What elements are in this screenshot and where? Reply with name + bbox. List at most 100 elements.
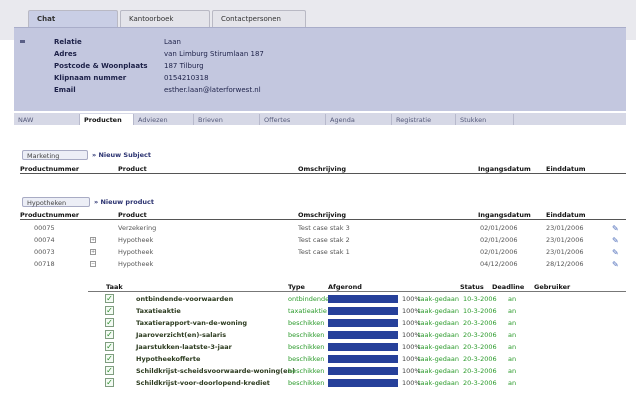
task-name[interactable]: Jaarstukken-laatste-3-jaar	[136, 343, 232, 351]
task-row[interactable]: ✓ Hypotheekofferte beschikken 100% taak-geda…	[88, 354, 626, 364]
expand-icon[interactable]: +	[90, 249, 96, 255]
task-type: beschikken	[288, 367, 325, 375]
tab-naw[interactable]: NAW	[14, 114, 80, 125]
task-user: an	[508, 343, 517, 351]
col-productnummer[interactable]: Productnummer	[20, 211, 79, 219]
marketing-button[interactable]: Marketing	[22, 150, 88, 160]
task-checkbox[interactable]: ✓	[105, 378, 114, 387]
task-checkbox[interactable]: ✓	[105, 366, 114, 375]
tab-kantoorboek[interactable]: Kantoorboek	[120, 10, 210, 27]
tab-registratie[interactable]: Registratie	[392, 114, 456, 125]
task-name[interactable]: Jaaroverzicht(en)-salaris	[136, 331, 226, 339]
col-productnummer[interactable]: Productnummer	[20, 165, 79, 173]
col-type[interactable]: Type	[288, 283, 305, 291]
tab-offertes[interactable]: Offertes	[260, 114, 326, 125]
hypotheken-button[interactable]: Hypotheken	[22, 197, 90, 207]
task-name[interactable]: Schildkrijst-voor-doorlopend-krediet	[136, 379, 270, 387]
task-name[interactable]: Schildkrijst-scheidsvoorwaarde-woning(en…	[136, 367, 295, 375]
open-product-icon[interactable]: ✎	[612, 236, 619, 245]
open-product-icon[interactable]: ✎	[612, 260, 619, 269]
task-status: taak-gedaan	[418, 307, 459, 315]
collapse-handle-icon[interactable]	[20, 40, 25, 43]
col-gebruiker[interactable]: Gebruiker	[534, 283, 570, 291]
open-product-icon[interactable]: ✎	[612, 248, 619, 257]
cell-product: Hypotheek	[118, 236, 154, 244]
tab-chat[interactable]: Chat	[28, 10, 118, 27]
cell-end: 23/01/2006	[546, 224, 584, 232]
product-row[interactable]: 00718 − Hypotheek 04/12/2006 28/12/2006 …	[20, 259, 626, 269]
col-deadline[interactable]: Deadline	[492, 283, 524, 291]
task-progress-bar	[328, 319, 398, 327]
task-row[interactable]: ✓ Schildkrijst-voor-doorlopend-krediet bes…	[88, 378, 626, 388]
value-relatie: Laan	[164, 38, 181, 46]
tab-adviezen[interactable]: Adviezen	[134, 114, 194, 125]
task-name[interactable]: Hypotheekofferte	[136, 355, 200, 363]
task-progress-fill	[328, 331, 398, 339]
label-email: Email	[54, 86, 76, 94]
task-status: taak-gedaan	[418, 379, 459, 387]
product-row[interactable]: 00073 + Hypotheek Test case stak 1 02/01…	[20, 247, 626, 257]
product-row[interactable]: 00074 + Hypotheek Test case stak 2 02/01…	[20, 235, 626, 245]
open-product-icon[interactable]: ✎	[612, 224, 619, 233]
task-row[interactable]: ✓ Jaarstukken-laatste-3-jaar beschikken 100…	[88, 342, 626, 352]
task-user: an	[508, 295, 517, 303]
cell-start: 02/01/2006	[480, 248, 518, 256]
tab-producten[interactable]: Producten	[80, 114, 134, 125]
col-afgerond[interactable]: Afgerond	[328, 283, 362, 291]
task-deadline: 10-3-2006	[463, 295, 497, 303]
col-product[interactable]: Product	[118, 211, 147, 219]
task-checkbox[interactable]: ✓	[105, 330, 114, 339]
task-status: taak-gedaan	[418, 367, 459, 375]
task-deadline: 20-3-2006	[463, 367, 497, 375]
sub-tab-bar: NAW Producten Adviezen Brieven Offertes …	[14, 113, 626, 125]
value-adres: van Limburg Stirumlaan 187	[164, 50, 264, 58]
task-type: beschikken	[288, 379, 325, 387]
col-omschrijving[interactable]: Omschrijving	[298, 165, 346, 173]
collapse-icon[interactable]: −	[90, 261, 96, 267]
task-checkbox[interactable]: ✓	[105, 318, 114, 327]
tab-contactpersonen[interactable]: Contactpersonen	[212, 10, 306, 27]
task-type: beschikken	[288, 355, 325, 363]
task-row[interactable]: ✓ ontbindende-voorwaarden ontbindende-v 100…	[88, 294, 626, 304]
col-taak[interactable]: Taak	[106, 283, 123, 291]
task-deadline: 20-3-2006	[463, 355, 497, 363]
col-einddatum[interactable]: Einddatum	[546, 165, 586, 173]
task-checkbox[interactable]: ✓	[105, 342, 114, 351]
task-checkbox[interactable]: ✓	[105, 354, 114, 363]
col-product[interactable]: Product	[118, 165, 147, 173]
task-type: taxatieaktie	[288, 307, 327, 315]
task-checkbox[interactable]: ✓	[105, 294, 114, 303]
col-ingangsdatum[interactable]: Ingangsdatum	[478, 211, 531, 219]
task-progress-bar	[328, 355, 398, 363]
task-name[interactable]: ontbindende-voorwaarden	[136, 295, 233, 303]
col-ingangsdatum[interactable]: Ingangsdatum	[478, 165, 531, 173]
task-checkbox[interactable]: ✓	[105, 306, 114, 315]
task-row[interactable]: ✓ Schildkrijst-scheidsvoorwaarde-woning(e…	[88, 366, 626, 376]
col-status[interactable]: Status	[460, 283, 484, 291]
cell-end: 23/01/2006	[546, 236, 584, 244]
task-progress-fill	[328, 319, 398, 327]
task-status: taak-gedaan	[418, 355, 459, 363]
task-name[interactable]: Taxatieaktie	[136, 307, 181, 315]
task-row[interactable]: ✓ Taxatieaktie taxatieaktie 100% taak-gedaan…	[88, 306, 626, 316]
value-email[interactable]: esther.laan@laterforwest.nl	[164, 86, 261, 94]
col-einddatum[interactable]: Einddatum	[546, 211, 586, 219]
product-table-header: Productnummer Product Omschrijving Ingan…	[20, 210, 626, 220]
label-klipnaam: Klipnaam nummer	[54, 74, 127, 82]
task-name[interactable]: Taxatierapport-van-de-woning	[136, 319, 247, 327]
new-subject-link[interactable]: » Nieuw Subject	[92, 151, 151, 159]
task-progress-bar	[328, 343, 398, 351]
tab-brieven[interactable]: Brieven	[194, 114, 260, 125]
cell-nr: 00718	[34, 260, 55, 268]
expand-icon[interactable]: +	[90, 237, 96, 243]
task-deadline: 20-3-2006	[463, 343, 497, 351]
label-relatie: Relatie	[54, 38, 82, 46]
cell-nr: 00074	[34, 236, 55, 244]
tab-stukken[interactable]: Stukken	[456, 114, 514, 125]
task-row[interactable]: ✓ Jaaroverzicht(en)-salaris beschikken 100%…	[88, 330, 626, 340]
tab-agenda[interactable]: Agenda	[326, 114, 392, 125]
new-product-link[interactable]: » Nieuw product	[94, 198, 154, 206]
product-row[interactable]: 00075 Verzekering Test case stak 3 02/01…	[20, 223, 626, 233]
task-row[interactable]: ✓ Taxatierapport-van-de-woning beschikken 1…	[88, 318, 626, 328]
col-omschrijving[interactable]: Omschrijving	[298, 211, 346, 219]
